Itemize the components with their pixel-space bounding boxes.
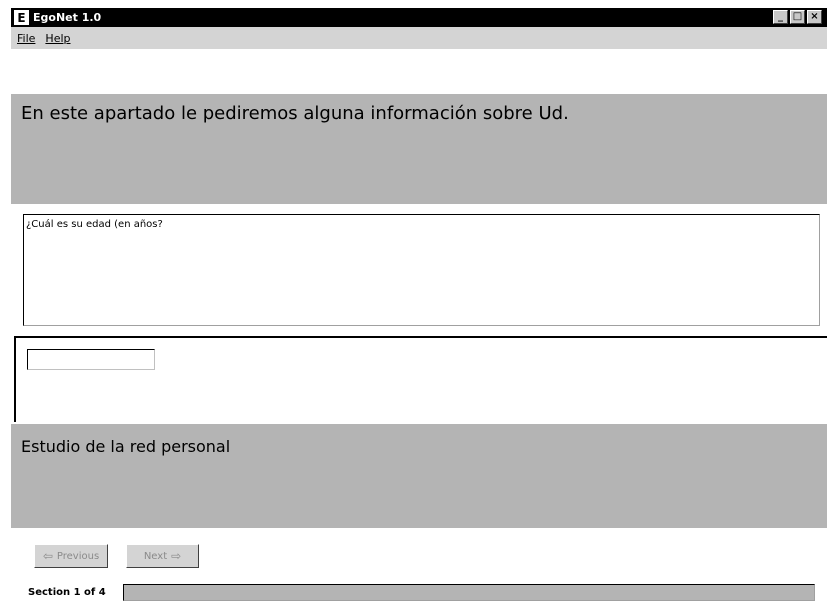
answer-panel [14,336,827,422]
section-progress-bar [123,584,815,601]
menu-file[interactable]: File [17,32,35,45]
study-title: Estudio de la red personal [21,437,231,456]
previous-button-label: Previous [56,550,100,562]
menu-help[interactable]: Help [45,32,70,45]
arrow-left-icon: ⇦ [42,549,53,563]
menu-bar: File Help [11,27,827,49]
close-button[interactable]: × [807,10,822,24]
window-controls: _ □ × [773,10,822,24]
window-titlebar[interactable]: E EgoNet 1.0 _ □ × [11,8,827,27]
app-logo-icon: E [14,10,29,25]
question-text-area: ¿Cuál es su edad (en años? [23,214,820,326]
section-indicator: Section 1 of 4 [28,587,106,598]
question-text: ¿Cuál es su edad (en años? [26,219,163,230]
intro-panel: En este apartado le pediremos alguna inf… [11,94,827,204]
previous-button[interactable]: ⇦ Previous [34,544,108,568]
menu-help-label: Help [45,31,71,45]
study-panel: Estudio de la red personal [11,424,827,528]
maximize-button[interactable]: □ [790,10,805,24]
next-button-label: Next [143,550,168,562]
next-button[interactable]: Next ⇨ [126,544,199,568]
minimize-button[interactable]: _ [773,10,788,24]
age-answer-input[interactable] [27,349,155,370]
window-title: EgoNet 1.0 [33,11,102,24]
menu-file-label: File [17,31,36,45]
arrow-right-icon: ⇨ [171,549,182,563]
intro-text: En este apartado le pediremos alguna inf… [21,103,569,124]
